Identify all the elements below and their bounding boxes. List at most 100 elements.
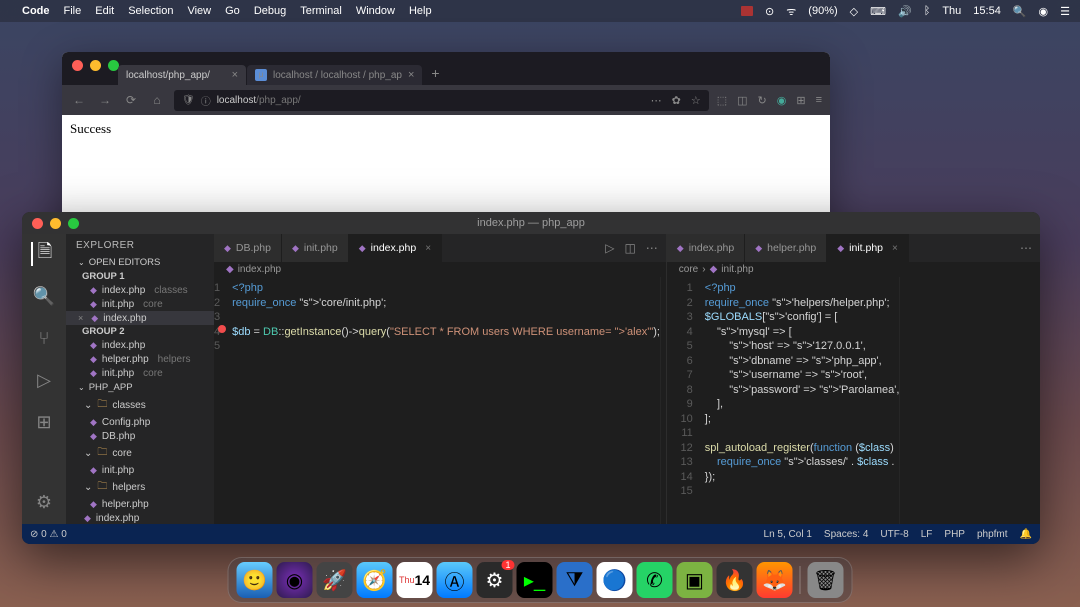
more-icon[interactable]: ⋯ (646, 241, 658, 255)
sync-icon[interactable]: ↻ (758, 94, 767, 107)
editor-right[interactable]: 123456789101112131415 <?php require_once… (667, 277, 1040, 524)
menu-view[interactable]: View (187, 5, 211, 17)
vscode-traffic-lights[interactable] (22, 218, 89, 229)
info-icon[interactable]: ⓘ (201, 93, 211, 108)
spotlight-icon[interactable]: 🔍 (1013, 5, 1027, 18)
safari-icon[interactable]: 🧭 (357, 562, 393, 598)
calendar-icon[interactable]: Thu14 (397, 562, 433, 598)
terminal-icon[interactable]: ▸_ (517, 562, 553, 598)
file-helper[interactable]: ◆helper.php (66, 497, 214, 511)
status-problems[interactable]: ⊘ 0 ⚠ 0 (30, 529, 67, 540)
close-icon[interactable]: × (408, 69, 414, 81)
status-spaces[interactable]: Spaces: 4 (824, 529, 868, 540)
open-editors-section[interactable]: ⌄OPEN EDITORS (66, 255, 214, 270)
more-icon[interactable]: ⋯ (1020, 241, 1032, 255)
back-button[interactable]: ← (70, 93, 88, 107)
git-icon[interactable]: ⑂ (32, 326, 56, 350)
project-section[interactable]: ⌄PHP_APP (66, 380, 214, 395)
open-editor-item[interactable]: ◆index.php (66, 338, 214, 352)
shield-icon[interactable]: 🛡 (182, 95, 195, 106)
bluetooth-icon[interactable]: ᛒ (924, 5, 931, 17)
explorer-icon[interactable]: 🗎 (31, 242, 55, 266)
open-editor-item[interactable]: ◆helper.phphelpers (66, 352, 214, 366)
open-editor-item[interactable]: ◆init.phpcore (66, 366, 214, 380)
settings-icon[interactable]: ⚙ (32, 490, 56, 514)
menu-icon[interactable]: ≡ (816, 94, 822, 107)
status-encoding[interactable]: UTF-8 (880, 529, 908, 540)
tab-index2[interactable]: ◆index.php (667, 234, 745, 262)
tab-index[interactable]: ◆index.php× (349, 234, 442, 262)
app-icon[interactable]: 🔥 (717, 562, 753, 598)
menu-file[interactable]: File (64, 5, 82, 17)
tab-helper[interactable]: ◆helper.php (745, 234, 827, 262)
app-name[interactable]: Code (22, 5, 50, 17)
forward-button[interactable]: → (96, 93, 114, 107)
run-icon[interactable]: ▷ (605, 241, 614, 255)
status-fmt[interactable]: phpfmt (977, 529, 1008, 540)
tab-active[interactable]: localhost/php_app/× (118, 65, 246, 85)
more-icon[interactable]: ⋯ (651, 94, 662, 107)
firefox-icon[interactable]: 🦊 (757, 562, 793, 598)
editor-left[interactable]: 12345 <?php require_once "s">'core/init.… (214, 277, 666, 524)
close-icon[interactable]: × (425, 243, 431, 254)
menu-debug[interactable]: Debug (254, 5, 286, 17)
dropbox-icon[interactable]: ◇ (850, 5, 858, 18)
status-lang[interactable]: PHP (944, 529, 965, 540)
split-icon[interactable]: ◫ (624, 241, 635, 255)
open-editor-item[interactable]: ◆init.phpcore (66, 297, 214, 311)
minimap[interactable] (660, 277, 666, 524)
menu-edit[interactable]: Edit (95, 5, 114, 17)
launchpad-icon[interactable]: 🚀 (317, 562, 353, 598)
minimap[interactable] (899, 277, 939, 524)
finder-icon[interactable]: 🙂 (237, 562, 273, 598)
trash-icon[interactable]: 🗑 (808, 562, 844, 598)
time-text[interactable]: 15:54 (973, 5, 1001, 17)
home-button[interactable]: ⌂ (148, 93, 166, 107)
folder-helpers[interactable]: ⌄🗀helpers (66, 477, 214, 497)
url-bar[interactable]: 🛡 ⓘ localhost/php_app/ ⋯✿☆ (174, 90, 709, 111)
folder-core[interactable]: ⌄🗀core (66, 443, 214, 463)
reader-icon[interactable]: ✿ (672, 94, 681, 107)
siri-icon[interactable]: ◉ (1039, 5, 1049, 18)
notification-icon[interactable]: ☰ (1060, 5, 1070, 18)
whatsapp-icon[interactable]: ✆ (637, 562, 673, 598)
breadcrumb[interactable]: core › ◆init.php (667, 262, 1040, 277)
ext-icon[interactable]: ◉ (777, 94, 787, 107)
status-position[interactable]: Ln 5, Col 1 (764, 529, 812, 540)
close-icon[interactable]: × (232, 69, 238, 81)
menu-help[interactable]: Help (409, 5, 432, 17)
tab-db[interactable]: ◆DB.php (214, 234, 282, 262)
downloads-icon[interactable]: ⬚ (717, 94, 727, 107)
new-tab-button[interactable]: + (423, 61, 447, 85)
sync-icon[interactable]: ⊙ (765, 5, 774, 18)
file-db[interactable]: ◆DB.php (66, 429, 214, 443)
ext2-icon[interactable]: ⊞ (796, 94, 805, 107)
menu-terminal[interactable]: Terminal (300, 5, 342, 17)
sysprefs-icon[interactable]: ⚙1 (477, 562, 513, 598)
chrome-icon[interactable]: 🔵 (597, 562, 633, 598)
star-icon[interactable]: ☆ (691, 94, 701, 107)
file-config[interactable]: ◆Config.php (66, 415, 214, 429)
status-bell[interactable]: 🔔 (1020, 529, 1032, 540)
file-index[interactable]: ◆index.php (66, 511, 214, 524)
extensions-icon[interactable]: ⊞ (32, 410, 56, 434)
siri-icon[interactable]: ◉ (277, 562, 313, 598)
record-icon[interactable] (741, 6, 753, 16)
file-init[interactable]: ◆init.php (66, 463, 214, 477)
tab-init2[interactable]: ◆init.php× (827, 234, 909, 262)
appstore-icon[interactable]: Ⓐ (437, 562, 473, 598)
close-icon[interactable]: × (892, 243, 898, 254)
open-editor-item[interactable]: ◆index.phpclasses (66, 283, 214, 297)
vscode-icon[interactable]: ⧩ (557, 562, 593, 598)
camtasia-icon[interactable]: ▣ (677, 562, 713, 598)
reload-button[interactable]: ⟳ (122, 93, 140, 107)
status-eol[interactable]: LF (921, 529, 933, 540)
volume-icon[interactable]: 🔊 (898, 5, 912, 18)
menu-go[interactable]: Go (225, 5, 240, 17)
open-editor-item[interactable]: ×◆index.php (66, 311, 214, 325)
folder-classes[interactable]: ⌄🗀classes (66, 395, 214, 415)
keyboard-icon[interactable]: ⌨ (870, 5, 886, 18)
wifi-icon[interactable]: ᯤ (786, 4, 796, 19)
tab-phpmyadmin[interactable]: μlocalhost / localhost / php_ap× (247, 65, 422, 85)
tab-init[interactable]: ◆init.php (282, 234, 349, 262)
